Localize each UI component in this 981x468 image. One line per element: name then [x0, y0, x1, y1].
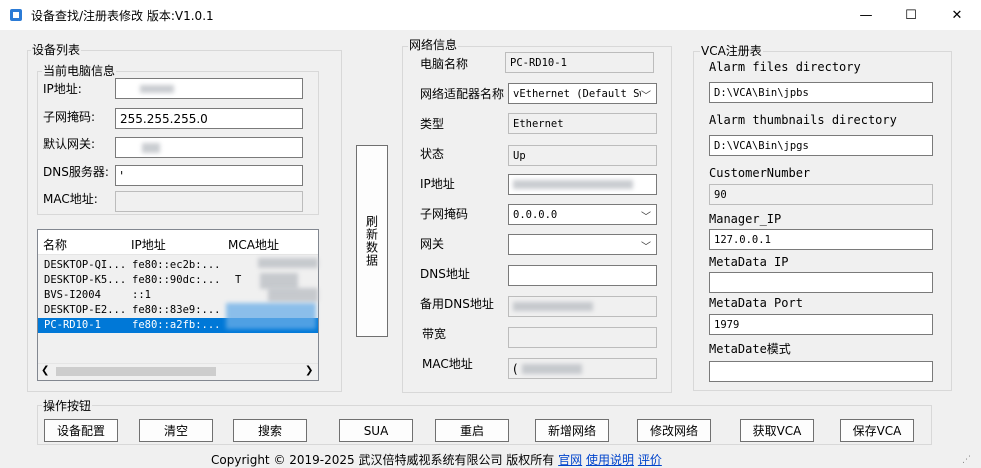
alarm-thumbs-field[interactable]: D:\VCA\Bin\jpgs [709, 135, 933, 156]
current-pc-label: 当前电脑信息 [42, 62, 117, 79]
minimize-button[interactable]: — [843, 0, 889, 30]
vca-label: VCA注册表 [700, 42, 763, 59]
modify-network-button[interactable]: 修改网络 [637, 419, 711, 442]
device-table[interactable]: 名称 IP地址 MCA地址 DESKTOP-QI... fe80::ec2b:.… [37, 229, 319, 381]
sua-button[interactable]: SUA [339, 419, 413, 442]
adapter-select[interactable]: vEthernet (Default Sw ﹀ [508, 83, 657, 104]
restart-button[interactable]: 重启 [435, 419, 509, 442]
maximize-icon: ☐ [905, 7, 917, 23]
close-icon: ✕ [951, 7, 963, 23]
metadata-ip-label: MetaData IP [709, 255, 789, 269]
metadata-port-field[interactable]: 1979 [709, 314, 933, 335]
dns-label: DNS地址 [420, 267, 470, 281]
dns-field[interactable] [508, 265, 657, 286]
device-config-button[interactable]: 设备配置 [44, 419, 118, 442]
metadata-mode-field[interactable] [709, 361, 933, 382]
clear-button[interactable]: 清空 [139, 419, 213, 442]
close-button[interactable]: ✕ [934, 0, 980, 30]
pc-name-label: 电脑名称 [420, 57, 469, 71]
alarm-thumbs-label: Alarm thumbnails directory [709, 113, 897, 127]
pc-subnet-field[interactable]: 255.255.255.0 [115, 108, 303, 129]
get-vca-button[interactable]: 获取VCA [740, 419, 814, 442]
pc-name-field: PC-RD10-1 [505, 52, 654, 73]
alarm-files-label: Alarm files directory [709, 60, 861, 74]
type-label: 类型 [420, 117, 445, 131]
pc-subnet-label: 子网掩码: [43, 110, 96, 124]
scroll-left-icon[interactable]: ❮ [41, 365, 49, 376]
metadata-port-label: MetaData Port [709, 296, 803, 310]
resize-grip-icon[interactable]: ⋰ [962, 455, 971, 465]
add-network-button[interactable]: 新增网络 [535, 419, 609, 442]
chevron-down-icon: ﹀ [641, 91, 651, 102]
pc-dns-field[interactable]: ' [115, 165, 303, 186]
footer: Copyright © 2019-2025 武汉倍特威视系统有限公司 版权所有 … [211, 451, 662, 468]
manager-ip-label: Manager_IP [709, 212, 782, 226]
chevron-down-icon: ﹀ [641, 212, 651, 223]
scrollbar-thumb[interactable] [56, 367, 216, 376]
manual-link[interactable]: 使用说明 [586, 453, 634, 467]
adapter-label: 网络适配器名称 [420, 87, 505, 101]
copyright-text: Copyright © 2019-2025 武汉倍特威视系统有限公司 版权所有 [211, 453, 555, 467]
pc-gateway-label: 默认网关: [43, 137, 96, 151]
window-title: 设备查找/注册表修改 版本:V1.0.1 [31, 9, 214, 23]
network-info-label: 网络信息 [408, 36, 459, 53]
pc-gateway-field[interactable] [115, 137, 303, 158]
type-field: Ethernet [508, 113, 657, 134]
column-mac[interactable]: MCA地址 [228, 236, 279, 253]
column-ip[interactable]: IP地址 [131, 236, 166, 253]
metadata-mode-label: MetaDate模式 [709, 342, 791, 356]
chevron-down-icon: ﹀ [641, 242, 651, 253]
scroll-right-icon[interactable]: ❯ [305, 365, 313, 376]
pc-ip-field[interactable] [115, 78, 303, 99]
refresh-data-button[interactable]: 刷新数据 [356, 145, 388, 337]
actions-label: 操作按钮 [42, 397, 93, 414]
app-icon [10, 9, 22, 21]
subnet-select[interactable]: 0.0.0.0 ﹀ [508, 204, 657, 225]
alarm-files-field[interactable]: D:\VCA\Bin\jpbs [709, 82, 933, 103]
save-vca-button[interactable]: 保存VCA [840, 419, 914, 442]
pc-dns-label: DNS服务器: [43, 165, 109, 179]
search-button[interactable]: 搜索 [233, 419, 307, 442]
minimize-icon: — [859, 7, 873, 23]
customer-label: CustomerNumber [709, 166, 811, 180]
gateway-label: 网关 [420, 237, 445, 251]
bandwidth-label: 带宽 [422, 327, 447, 341]
pc-mac-label: MAC地址: [43, 192, 98, 206]
status-label: 状态 [420, 147, 445, 161]
mac-label: MAC地址 [422, 357, 473, 371]
pc-mac-field [115, 191, 303, 212]
subnet-label: 子网掩码 [420, 207, 469, 221]
device-list-label: 设备列表 [31, 41, 82, 58]
horizontal-scrollbar[interactable]: ❮ ❯ [38, 363, 318, 380]
rate-link[interactable]: 评价 [638, 453, 662, 467]
bandwidth-field [508, 327, 657, 348]
alt-dns-field [508, 296, 657, 317]
table-header: 名称 IP地址 MCA地址 [38, 230, 318, 255]
mac-field: ( [508, 358, 657, 379]
ip-label: IP地址 [420, 177, 455, 191]
ip-field[interactable] [508, 174, 657, 195]
column-name[interactable]: 名称 [43, 236, 67, 253]
metadata-ip-field[interactable] [709, 272, 933, 293]
manager-ip-field[interactable]: 127.0.0.1 [709, 229, 933, 250]
website-link[interactable]: 官网 [558, 453, 582, 467]
customer-field: 90 [709, 184, 933, 205]
gateway-select[interactable]: ﹀ [508, 234, 657, 255]
status-field: Up [508, 145, 657, 166]
pc-ip-label: IP地址: [43, 82, 82, 96]
alt-dns-label: 备用DNS地址 [420, 297, 494, 311]
maximize-button[interactable]: ☐ [888, 0, 934, 30]
